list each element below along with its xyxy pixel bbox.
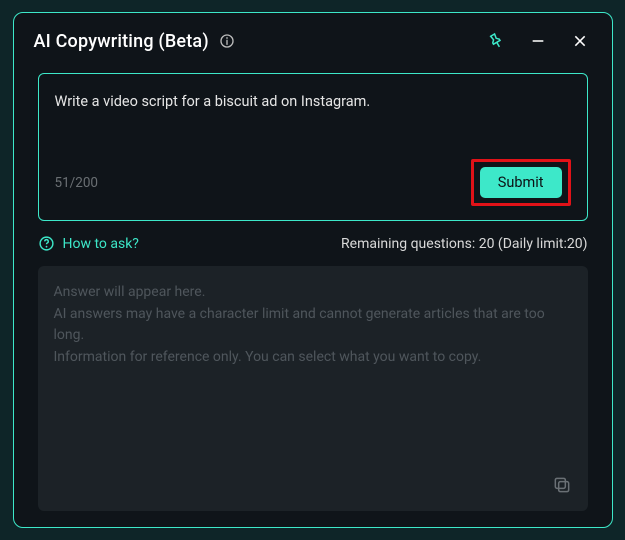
info-icon[interactable] bbox=[219, 33, 235, 49]
pin-icon[interactable] bbox=[479, 25, 512, 58]
submit-highlight: Submit bbox=[471, 159, 571, 206]
app-window: AI Copywriting (Beta) bbox=[13, 12, 613, 528]
window-title: AI Copywriting (Beta) bbox=[34, 31, 209, 52]
minimize-button[interactable] bbox=[526, 29, 550, 53]
prompt-footer: 51/200 Submit bbox=[55, 159, 571, 206]
remaining-questions: Remaining questions: 20 (Daily limit:20) bbox=[341, 236, 587, 252]
question-icon bbox=[38, 235, 55, 252]
close-button[interactable] bbox=[568, 29, 592, 53]
how-to-ask-link[interactable]: How to ask? bbox=[38, 235, 139, 252]
submit-button[interactable]: Submit bbox=[480, 167, 562, 198]
answer-box: Answer will appear here. AI answers may … bbox=[38, 266, 588, 511]
answer-line: Answer will appear here. bbox=[54, 282, 572, 304]
answer-line: Information for reference only. You can … bbox=[54, 347, 572, 369]
mid-row: How to ask? Remaining questions: 20 (Dai… bbox=[38, 235, 588, 252]
prompt-box: Write a video script for a biscuit ad on… bbox=[38, 73, 588, 221]
copy-icon[interactable] bbox=[552, 475, 576, 499]
char-count: 51/200 bbox=[55, 175, 99, 191]
how-to-ask-label: How to ask? bbox=[63, 236, 139, 252]
content-area: Write a video script for a biscuit ad on… bbox=[14, 63, 612, 527]
prompt-input[interactable]: Write a video script for a biscuit ad on… bbox=[55, 92, 571, 133]
answer-placeholder: Answer will appear here. AI answers may … bbox=[54, 282, 572, 369]
titlebar: AI Copywriting (Beta) bbox=[14, 13, 612, 63]
answer-line: AI answers may have a character limit an… bbox=[54, 304, 572, 347]
